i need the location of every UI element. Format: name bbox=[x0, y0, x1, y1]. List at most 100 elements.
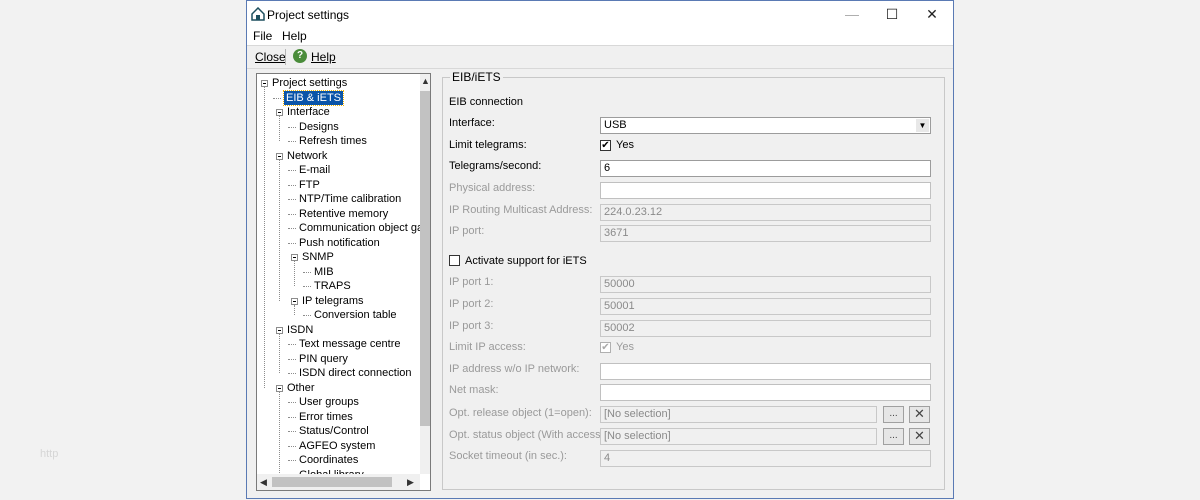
tree-item[interactable]: Interface bbox=[287, 105, 330, 119]
release-object-input[interactable]: [No selection] bbox=[600, 406, 877, 423]
tree-connector bbox=[279, 391, 280, 474]
release-object-browse-button[interactable]: ... bbox=[883, 406, 904, 423]
tree-item[interactable]: Text message centre bbox=[299, 337, 401, 351]
tree-item[interactable]: Push notification bbox=[299, 236, 380, 250]
tree-connector bbox=[294, 261, 295, 286]
tree-item[interactable]: NTP/Time calibration bbox=[299, 192, 401, 206]
tree-item[interactable]: Refresh times bbox=[299, 134, 367, 148]
menu-help[interactable]: Help bbox=[282, 29, 307, 43]
tree-connector bbox=[288, 373, 296, 374]
status-object-input[interactable]: [No selection] bbox=[600, 428, 877, 445]
tree-item[interactable]: Retentive memory bbox=[299, 207, 388, 221]
ip-port-3-input[interactable]: 50002 bbox=[600, 320, 931, 337]
socket-timeout-input[interactable]: 4 bbox=[600, 450, 931, 467]
ip-port-1-input[interactable]: 50000 bbox=[600, 276, 931, 293]
tree-expander-icon[interactable] bbox=[261, 80, 268, 87]
settings-tree[interactable]: Project settings EIB & iETS Interface Desig… bbox=[256, 73, 431, 491]
tree-item[interactable]: MIB bbox=[314, 265, 334, 279]
scroll-up-icon[interactable]: ▲ bbox=[421, 76, 430, 86]
ip-port-input[interactable]: 3671 bbox=[600, 225, 931, 242]
telegrams-per-second-input[interactable]: 6 bbox=[600, 160, 931, 177]
ip-port-2-input[interactable]: 50001 bbox=[600, 298, 931, 315]
tree-connector bbox=[288, 402, 296, 403]
scroll-right-icon[interactable]: ▶ bbox=[407, 477, 414, 488]
tree-expander-icon[interactable] bbox=[291, 297, 298, 305]
maximize-button[interactable]: ☐ bbox=[870, 1, 914, 27]
tree-item[interactable]: EIB & iETS bbox=[282, 89, 345, 106]
tree-connector bbox=[288, 416, 296, 418]
title-bar: Project settings — ☐ ✕ bbox=[247, 1, 953, 27]
chevron-down-icon[interactable]: ▼ bbox=[916, 119, 929, 132]
tree-connector bbox=[288, 126, 296, 128]
tree-expander-icon[interactable] bbox=[276, 384, 283, 392]
tree-vertical-scrollbar[interactable]: ▲ bbox=[420, 74, 430, 474]
tree-expander-icon[interactable] bbox=[291, 254, 298, 261]
tree-item[interactable]: Project settings bbox=[272, 76, 347, 90]
physical-address-label: Physical address: bbox=[449, 182, 536, 194]
tree-item[interactable]: IP telegrams bbox=[302, 294, 364, 308]
tree-expander-icon[interactable] bbox=[276, 109, 283, 116]
tree-item[interactable]: Designs bbox=[299, 120, 339, 134]
release-object-clear-icon[interactable]: ✕ bbox=[909, 406, 930, 423]
limit-telegrams-checkbox[interactable]: ✔ bbox=[600, 140, 611, 151]
tree-item[interactable]: SNMP bbox=[302, 250, 334, 264]
ip-wo-network-label: IP address w/o IP network: bbox=[449, 363, 580, 375]
release-object-label: Opt. release object (1=open): bbox=[449, 407, 592, 419]
interface-select[interactable]: USB ▼ bbox=[600, 117, 931, 134]
tree-item[interactable]: Coordinates bbox=[299, 453, 358, 467]
tree-vertical-thumb[interactable] bbox=[420, 91, 430, 426]
status-object-browse-button[interactable]: ... bbox=[883, 428, 904, 445]
tree-item[interactable]: AGFEO system bbox=[299, 439, 375, 453]
tree-item[interactable]: User groups bbox=[299, 395, 359, 409]
tree-connector bbox=[288, 184, 296, 186]
physical-address-input[interactable] bbox=[600, 182, 931, 199]
tree-item[interactable]: PIN query bbox=[299, 352, 348, 366]
tree-item[interactable]: E-mail bbox=[299, 163, 330, 177]
house-icon bbox=[251, 7, 265, 21]
tree-item[interactable]: Network bbox=[287, 149, 327, 163]
tree-expander-icon[interactable] bbox=[276, 326, 283, 334]
minimize-button[interactable]: — bbox=[830, 1, 874, 27]
tree-item[interactable]: ISDN bbox=[287, 323, 313, 337]
help-button[interactable]: Help bbox=[311, 50, 336, 64]
tree-connector bbox=[288, 242, 296, 244]
tree-item[interactable]: Error times bbox=[299, 410, 353, 424]
tree-expander-icon[interactable] bbox=[276, 152, 283, 160]
tree-horizontal-scrollbar[interactable]: ◀ ▶ bbox=[257, 474, 420, 490]
tree-item[interactable]: Conversion table bbox=[314, 308, 397, 322]
tree-connector bbox=[288, 445, 296, 447]
tree-connector bbox=[288, 141, 296, 142]
limit-telegrams-yes: Yes bbox=[616, 139, 634, 151]
tree-item[interactable]: TRAPS bbox=[314, 279, 351, 293]
tree-connector bbox=[264, 87, 265, 388]
interface-label: Interface: bbox=[449, 117, 495, 129]
tree-horizontal-thumb[interactable] bbox=[272, 477, 392, 487]
tree-connector bbox=[279, 333, 280, 373]
toolbar: Close ? Help bbox=[247, 45, 953, 69]
ip-port-2-label: IP port 2: bbox=[449, 298, 494, 310]
scroll-left-icon[interactable]: ◀ bbox=[260, 477, 267, 488]
tree-item[interactable]: Status/Control bbox=[299, 424, 369, 438]
tree-connector bbox=[273, 97, 281, 99]
status-object-clear-icon[interactable]: ✕ bbox=[909, 428, 930, 445]
ip-port-label: IP port: bbox=[449, 225, 485, 237]
toolbar-separator bbox=[285, 49, 286, 65]
ip-routing-input[interactable]: 224.0.23.12 bbox=[600, 204, 931, 221]
tree-item[interactable]: Other bbox=[287, 381, 315, 395]
ip-wo-network-input[interactable] bbox=[600, 363, 931, 380]
socket-timeout-label: Socket timeout (in sec.): bbox=[449, 450, 567, 462]
tree-connector bbox=[279, 159, 280, 301]
tree-item[interactable]: FTP bbox=[299, 178, 320, 192]
help-icon[interactable]: ? bbox=[293, 49, 307, 63]
close-button[interactable]: Close bbox=[255, 50, 286, 64]
tree-item[interactable]: Communication object gate bbox=[299, 221, 420, 235]
close-window-button[interactable]: ✕ bbox=[910, 1, 954, 27]
limit-ip-checkbox[interactable]: ✔ bbox=[600, 342, 611, 353]
limit-telegrams-label: Limit telegrams: bbox=[449, 139, 527, 151]
tree-connector bbox=[303, 286, 311, 287]
activate-iets-checkbox[interactable] bbox=[449, 255, 460, 266]
net-mask-input[interactable] bbox=[600, 384, 931, 401]
tree-connector bbox=[288, 460, 296, 461]
menu-file[interactable]: File bbox=[253, 29, 272, 43]
tree-item[interactable]: ISDN direct connection bbox=[299, 366, 412, 380]
